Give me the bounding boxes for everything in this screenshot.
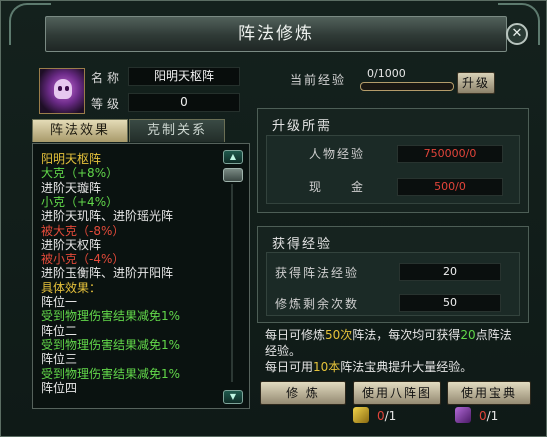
use-book-button[interactable]: 使用宝典 bbox=[447, 381, 531, 405]
book-item-icon bbox=[455, 407, 471, 423]
money-label: 现 金 bbox=[309, 180, 366, 194]
skull-eye bbox=[65, 86, 69, 91]
level-label: 等级 bbox=[91, 97, 124, 111]
upgrade-requirements-section: 升级所需 人物经验 750000/0 现 金 500/0 bbox=[257, 108, 529, 213]
tab-formation-effects[interactable]: 阵法效果 bbox=[32, 119, 128, 142]
effects-scrollbar[interactable]: ▲ ▼ bbox=[223, 150, 243, 404]
effect-line: 阵位三 bbox=[41, 352, 78, 367]
daily-info-line-3: 每日可用10本阵法宝典提升大量经验。 bbox=[265, 360, 472, 374]
book-count: 0 bbox=[479, 409, 487, 423]
window-title: 阵法修炼 bbox=[45, 16, 507, 52]
use-eight-formation-chart-button[interactable]: 使用八阵图 bbox=[353, 381, 441, 405]
effect-line: 受到物理伤害结果减免1% bbox=[41, 337, 181, 352]
book-item-count: 0/1 bbox=[479, 409, 498, 423]
close-icon[interactable]: ✕ bbox=[506, 23, 528, 45]
remaining-count-value: 50 bbox=[399, 294, 501, 312]
chart-total: /1 bbox=[384, 409, 397, 423]
current-exp-bar bbox=[360, 82, 454, 91]
effect-line: 具体效果： bbox=[41, 280, 102, 295]
name-label: 名称 bbox=[91, 71, 124, 85]
daily-info-line-1: 每日可修炼50次阵法，每次均可获得20点阵法 bbox=[265, 328, 512, 342]
upgrade-requirements-inner: 人物经验 750000/0 现 金 500/0 bbox=[266, 135, 520, 204]
scroll-up-icon[interactable]: ▲ bbox=[223, 150, 243, 164]
upgrade-requirements-title: 升级所需 bbox=[272, 119, 333, 134]
effect-line: 被小克（-4%） bbox=[41, 252, 125, 267]
formation-icon bbox=[39, 68, 85, 114]
gain-exp-inner: 获得阵法经验 20 修炼剩余次数 50 bbox=[266, 252, 520, 316]
book-total: /1 bbox=[486, 409, 499, 423]
effect-line: 阵位四 bbox=[41, 380, 78, 395]
chart-item-count: 0/1 bbox=[377, 409, 396, 423]
effect-line: 进阶天玑阵、进阶瑶光阵 bbox=[41, 209, 174, 224]
money-value: 500/0 bbox=[397, 178, 503, 196]
effect-line: 进阶天璇阵 bbox=[41, 180, 102, 195]
info-text: 阵法，每次均可获得 bbox=[352, 328, 461, 342]
skull-eye bbox=[58, 86, 62, 91]
skull-icon bbox=[54, 79, 72, 99]
effect-line: 阵位二 bbox=[41, 323, 78, 338]
effects-panel: 阳明天枢阵 大克（+8%） 进阶天璇阵 小克（+4%） 进阶天玑阵、进阶瑶光阵 被大克（-… bbox=[32, 143, 250, 409]
current-exp-value: 0/1000 bbox=[367, 67, 406, 80]
info-highlight: 50次 bbox=[325, 328, 353, 342]
level-value: 0 bbox=[128, 93, 240, 112]
remaining-count-label: 修炼剩余次数 bbox=[275, 297, 360, 311]
upgrade-button[interactable]: 升级 bbox=[457, 72, 495, 94]
info-text: 阵法宝典提升大量经验。 bbox=[340, 360, 473, 374]
effect-line: 被大克（-8%） bbox=[41, 223, 125, 238]
current-exp-label: 当前经验 bbox=[290, 73, 347, 87]
effect-line: 大克（+8%） bbox=[41, 166, 119, 181]
effect-line: 阳明天枢阵 bbox=[41, 152, 102, 166]
formation-training-window: 阵法修炼 ✕ 名称 阳明天枢阵 等级 0 阵法效果 克制关系 阳明天枢阵 大克（+… bbox=[0, 0, 547, 437]
effect-line: 受到物理伤害结果减免1% bbox=[41, 366, 181, 381]
formation-exp-gain-value: 20 bbox=[399, 263, 501, 281]
info-highlight: 20 bbox=[460, 328, 476, 342]
scroll-thumb[interactable] bbox=[223, 168, 243, 182]
effect-line: 小克（+4%） bbox=[41, 194, 119, 209]
info-highlight: 10本 bbox=[313, 360, 341, 374]
formation-exp-gain-label: 获得阵法经验 bbox=[275, 266, 360, 280]
info-text: 点阵法 bbox=[475, 328, 512, 342]
chart-count: 0 bbox=[377, 409, 385, 423]
tab-counter-relations[interactable]: 克制关系 bbox=[129, 119, 225, 142]
effect-line: 进阶天权阵 bbox=[41, 237, 102, 252]
info-text: 每日可用 bbox=[265, 360, 314, 374]
daily-info-line-2: 经验。 bbox=[265, 344, 302, 358]
name-value: 阳明天枢阵 bbox=[128, 67, 240, 86]
gain-exp-section: 获得经验 获得阵法经验 20 修炼剩余次数 50 bbox=[257, 226, 529, 323]
character-exp-value: 750000/0 bbox=[397, 145, 503, 163]
gain-exp-title: 获得经验 bbox=[272, 237, 333, 252]
train-button[interactable]: 修 炼 bbox=[260, 381, 346, 405]
character-exp-label: 人物经验 bbox=[309, 147, 366, 161]
scroll-track[interactable] bbox=[231, 184, 233, 382]
info-text: 每日可修炼 bbox=[265, 328, 326, 342]
scroll-down-icon[interactable]: ▼ bbox=[223, 390, 243, 404]
effect-line: 受到物理伤害结果减免1% bbox=[41, 309, 181, 324]
effect-line: 阵位一 bbox=[41, 295, 78, 309]
bell-item-icon bbox=[353, 407, 369, 423]
effect-line: 进阶玉衡阵、进阶开阳阵 bbox=[41, 266, 174, 281]
